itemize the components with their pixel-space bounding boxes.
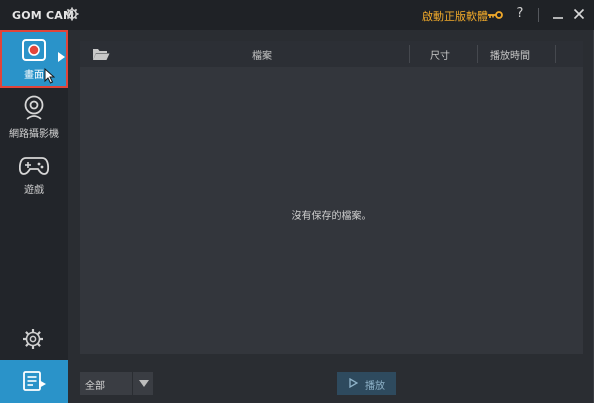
sidebar-item-game[interactable]: 遊戲 — [0, 150, 68, 208]
activate-license-link[interactable]: 啟動正版軟體 — [422, 8, 488, 24]
gom-cam-window: GOM CAM 啟動正版軟體 ? 畫面 網路攝影機 遊戲 檔案 尺寸 播放時間 … — [0, 0, 594, 403]
sidebar-item-webcam[interactable]: 網路攝影機 — [0, 92, 68, 150]
file-list-panel: 檔案 尺寸 播放時間 沒有保存的檔案。 — [80, 41, 583, 354]
column-divider — [555, 45, 556, 63]
sidebar: 畫面 網路攝影機 遊戲 — [0, 30, 68, 403]
play-icon — [349, 378, 358, 388]
chevron-down-icon — [139, 380, 149, 387]
column-header-size[interactable]: 尺寸 — [430, 47, 450, 62]
gear-icon[interactable] — [22, 328, 44, 350]
sidebar-item-label: 遊戲 — [24, 185, 44, 196]
recorded-list-button[interactable] — [0, 360, 68, 403]
video-list-icon — [23, 371, 46, 391]
sidebar-item-label: 網路攝影機 — [9, 129, 59, 140]
open-folder-icon[interactable] — [92, 47, 110, 61]
titlebar-divider — [538, 8, 539, 22]
webcam-icon — [24, 95, 44, 120]
empty-state-message: 沒有保存的檔案。 — [291, 211, 372, 222]
gamepad-icon — [19, 157, 49, 175]
column-header-duration[interactable]: 播放時間 — [490, 47, 530, 62]
chevron-right-icon — [58, 52, 65, 62]
file-filter-dropdown[interactable]: 全部 — [80, 372, 153, 395]
play-button-label: 播放 — [365, 381, 385, 392]
minimize-icon[interactable] — [550, 5, 566, 23]
column-header-file[interactable]: 檔案 — [252, 47, 272, 62]
dropdown-toggle[interactable] — [132, 372, 154, 395]
help-icon[interactable]: ? — [512, 5, 528, 23]
key-icon[interactable] — [487, 9, 503, 21]
column-divider — [477, 45, 478, 63]
screen-record-icon — [22, 39, 46, 61]
gear-icon[interactable] — [65, 7, 79, 21]
title-bar: GOM CAM 啟動正版軟體 ? — [0, 0, 594, 30]
sidebar-item-screen[interactable]: 畫面 — [0, 30, 68, 88]
play-button[interactable]: 播放 — [337, 372, 396, 395]
column-divider — [409, 45, 410, 63]
filter-value: 全部 — [85, 381, 105, 392]
close-icon[interactable] — [571, 5, 587, 23]
file-table-header: 檔案 尺寸 播放時間 — [80, 41, 583, 67]
sidebar-item-label: 畫面 — [24, 70, 44, 81]
